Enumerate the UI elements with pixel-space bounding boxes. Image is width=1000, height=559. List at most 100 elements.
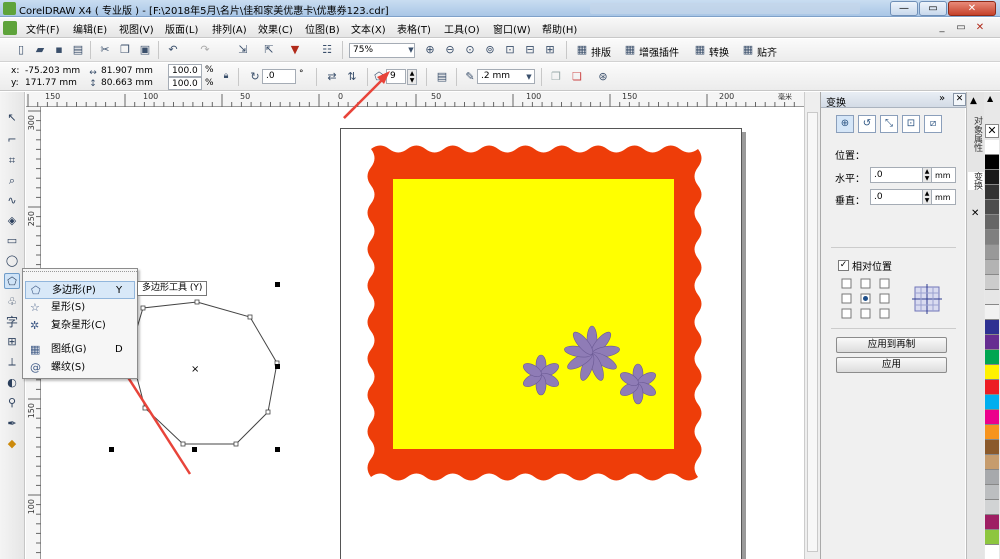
snap-plugin-icon[interactable]: ▦	[741, 43, 755, 57]
menu-help[interactable]: 帮助(H)	[542, 21, 577, 36]
flyout-item-spiral[interactable]: @ 螺纹(S)	[25, 359, 135, 377]
snap-plugin-label[interactable]: 贴齐	[757, 44, 777, 59]
palette-swatch[interactable]	[985, 440, 999, 455]
palette-swatch[interactable]	[985, 140, 999, 155]
mdi-minimize-button[interactable]: _	[934, 20, 950, 35]
vertical-spinner[interactable]: ▲ ▼	[922, 189, 932, 205]
anchor-grid[interactable]	[841, 278, 911, 328]
minimize-button[interactable]: —	[890, 1, 918, 16]
import-icon[interactable]: ⇲	[236, 43, 250, 57]
layout-plugin-label[interactable]: 排版	[591, 44, 611, 59]
menu-arrange[interactable]: 排列(A)	[212, 21, 247, 36]
basic-shapes-icon[interactable]: ♧	[4, 294, 20, 310]
palette-swatch[interactable]	[985, 275, 999, 290]
horizontal-spinner[interactable]: ▲ ▼	[922, 167, 932, 183]
interactive-blend-icon[interactable]: ◐	[4, 375, 20, 391]
freehand-tool-icon[interactable]: ∿	[4, 193, 20, 209]
skew-tab-icon[interactable]: ⧄	[924, 115, 942, 133]
position-tab-icon[interactable]: ⊕	[836, 115, 854, 133]
flyout-item-complex-star[interactable]: ✲ 复杂星形(C)	[25, 317, 135, 335]
new-icon[interactable]: ▯	[14, 43, 28, 57]
menu-window[interactable]: 窗口(W)	[493, 21, 531, 36]
convert-plugin-label[interactable]: 转换	[709, 44, 729, 59]
tab-transform[interactable]: 变换	[968, 172, 984, 190]
convert-plugin-icon[interactable]: ▦	[693, 43, 707, 57]
application-launcher-icon[interactable]: ☷	[320, 43, 334, 57]
polygon-sides-field[interactable]: 9	[386, 69, 406, 84]
mirror-horizontal-icon[interactable]: ⇄	[325, 70, 339, 84]
layout-plugin-icon[interactable]: ▦	[575, 43, 589, 57]
text-tool-icon[interactable]: 字	[4, 314, 20, 330]
wrap-text-icon[interactable]: ▤	[435, 70, 449, 84]
flyout-item-star[interactable]: ☆ 星形(S)	[25, 299, 135, 317]
rotate-tab-icon[interactable]: ↺	[858, 115, 876, 133]
sides-spinner[interactable]: ▲ ▼	[407, 69, 417, 85]
palette-swatch[interactable]	[985, 335, 999, 350]
undo-icon[interactable]: ↶	[166, 43, 180, 57]
horizontal-ruler[interactable]: 150 100 50 0 50 100 150 200 毫米	[26, 92, 804, 107]
redo-icon[interactable]: ↷	[198, 43, 212, 57]
height-field[interactable]: 80.663 mm	[98, 77, 156, 92]
menu-view[interactable]: 视图(V)	[119, 21, 154, 36]
relative-position-checkbox[interactable]: ✓	[838, 260, 849, 271]
copy-icon[interactable]: ❐	[118, 43, 132, 57]
zoom-height-icon[interactable]: ⊞	[543, 43, 557, 57]
enhance-plugin-icon[interactable]: ▦	[623, 43, 637, 57]
to-front-icon[interactable]: ❐	[549, 70, 563, 84]
palette-swatch[interactable]	[985, 245, 999, 260]
palette-swatch[interactable]	[985, 500, 999, 515]
shape-tool-icon[interactable]: ⌐	[4, 132, 20, 148]
scale-tab-icon[interactable]: ⤡	[880, 115, 898, 133]
export-icon[interactable]: ⇱	[262, 43, 276, 57]
zoom-all-icon[interactable]: ⊚	[483, 43, 497, 57]
cut-icon[interactable]: ✂	[98, 43, 112, 57]
zoom-width-icon[interactable]: ⊟	[523, 43, 537, 57]
fill-tool-icon[interactable]: ◆	[4, 436, 20, 452]
menu-text[interactable]: 文本(X)	[351, 21, 386, 36]
to-back-icon[interactable]: ❏	[570, 70, 584, 84]
flyout-item-polygon[interactable]: ⬠ 多边形(P) Y	[25, 281, 135, 299]
menu-edit[interactable]: 编辑(E)	[73, 21, 107, 36]
close-button[interactable]: ✕	[948, 1, 996, 16]
zoom-tool-icon[interactable]: ⌕	[4, 173, 20, 189]
palette-swatch[interactable]	[985, 155, 999, 170]
print-icon[interactable]: ▤	[71, 43, 85, 57]
docker-expand-icon[interactable]: »	[939, 93, 945, 104]
open-icon[interactable]: ▰	[33, 43, 47, 57]
palette-swatch[interactable]	[985, 380, 999, 395]
zoom-out-icon[interactable]: ⊖	[443, 43, 457, 57]
mdi-close-button[interactable]: ✕	[972, 20, 988, 35]
palette-swatch[interactable]	[985, 185, 999, 200]
size-tab-icon[interactable]: ⊡	[902, 115, 920, 133]
menu-file[interactable]: 文件(F)	[26, 21, 60, 36]
restore-button[interactable]: ▭	[919, 1, 947, 16]
pick-tool-icon[interactable]: ↖	[4, 110, 20, 126]
scale-y-field[interactable]: 100.0	[168, 77, 202, 90]
palette-swatch[interactable]	[985, 455, 999, 470]
docker-scroll-up-icon[interactable]: ▲	[970, 96, 977, 106]
menu-tools[interactable]: 工具(O)	[444, 21, 480, 36]
palette-swatch[interactable]	[985, 425, 999, 440]
mdi-restore-button[interactable]: ▭	[953, 20, 969, 35]
convert-to-curves-icon[interactable]: ⊛	[596, 70, 610, 84]
palette-swatch[interactable]	[985, 395, 999, 410]
palette-swatch[interactable]	[985, 545, 999, 559]
polygon-tool-icon[interactable]: ⬠	[4, 273, 20, 289]
ellipse-tool-icon[interactable]: ◯	[4, 253, 20, 269]
enhance-plugin-label[interactable]: 增强插件	[639, 44, 679, 59]
smart-fill-icon[interactable]: ◈	[4, 213, 20, 229]
no-color-swatch[interactable]: ✕	[985, 124, 999, 138]
palette-swatch[interactable]	[985, 365, 999, 380]
apply-to-duplicate-button[interactable]: 应用到再制	[836, 337, 947, 353]
palette-swatch[interactable]	[985, 230, 999, 245]
chevron-down-icon[interactable]: ▼	[404, 43, 418, 57]
eyedropper-icon[interactable]: ⚲	[4, 395, 20, 411]
palette-swatch[interactable]	[985, 470, 999, 485]
palette-swatch[interactable]	[985, 305, 999, 320]
crop-tool-icon[interactable]: ⌗	[4, 153, 20, 169]
tab-object-properties[interactable]: 对象属性	[968, 116, 984, 152]
palette-swatch[interactable]	[985, 515, 999, 530]
palette-swatch[interactable]	[985, 320, 999, 335]
flyout-grip[interactable]	[23, 271, 137, 274]
palette-swatch[interactable]	[985, 530, 999, 545]
